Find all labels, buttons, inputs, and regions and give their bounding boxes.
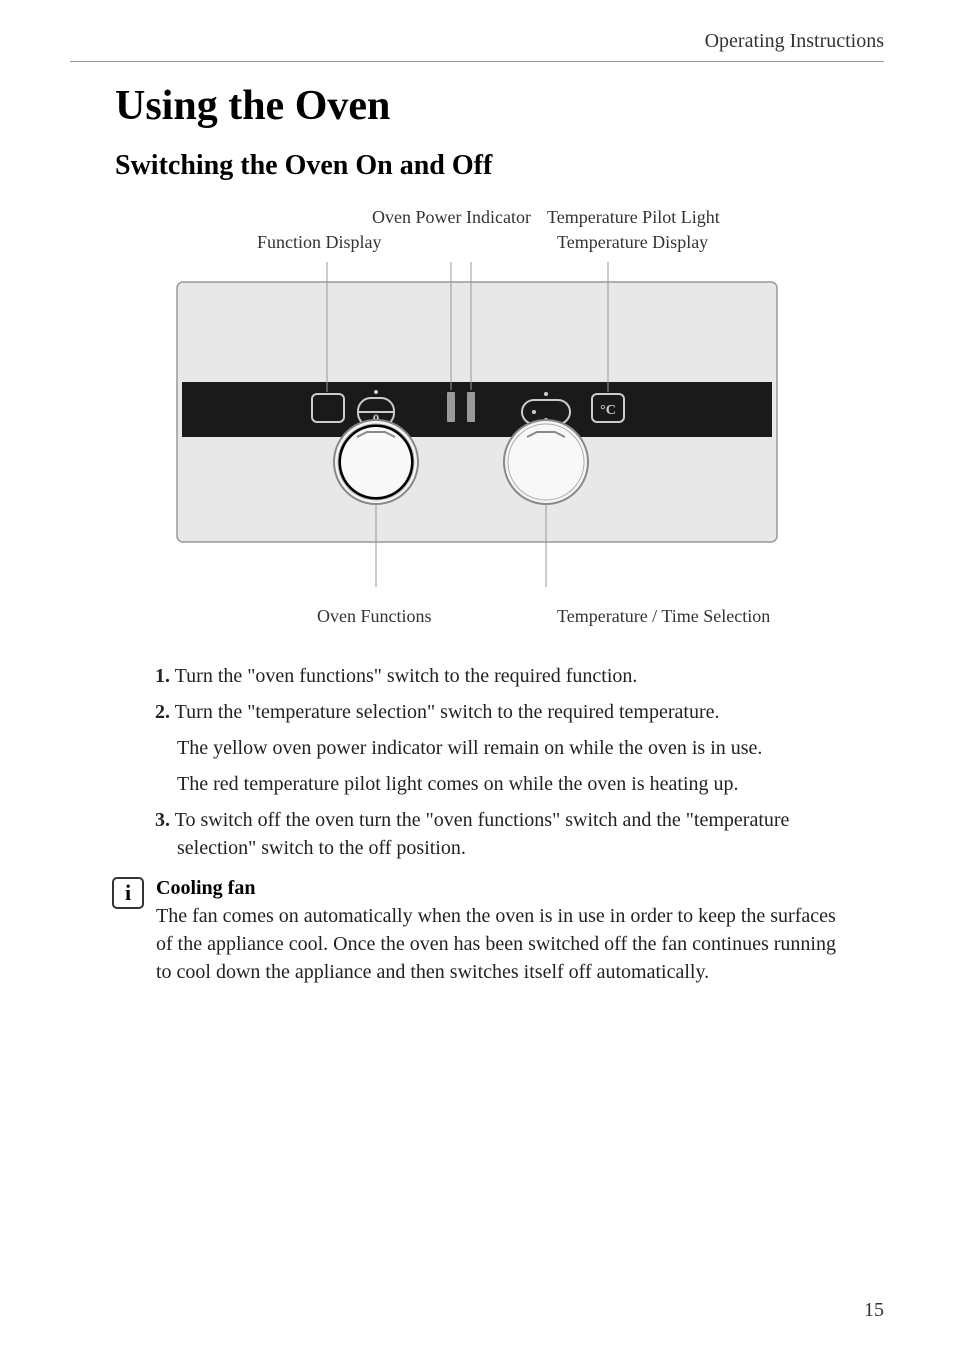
instruction-2: 2. Turn the "temperature selection" swit… bbox=[155, 698, 854, 726]
step-text: To switch off the oven turn the "oven fu… bbox=[175, 809, 790, 859]
main-title: Using the Oven bbox=[115, 82, 884, 130]
instruction-1: 1. Turn the "oven functions" switch to t… bbox=[155, 662, 854, 690]
oven-panel-diagram: Function Display Oven Power Indicator Te… bbox=[157, 212, 797, 632]
step-number: 1. bbox=[155, 665, 170, 687]
step-number: 3. bbox=[155, 809, 170, 831]
info-title: Cooling fan bbox=[156, 877, 854, 900]
label-oven-power-indicator: Oven Power Indicator bbox=[372, 207, 531, 228]
instruction-3: 3. To switch off the oven turn the "oven… bbox=[155, 806, 854, 862]
oven-panel-illustration: 0 °C bbox=[157, 262, 797, 592]
label-oven-functions: Oven Functions bbox=[317, 606, 432, 627]
page-number: 15 bbox=[864, 1299, 884, 1322]
instruction-2-sub-2: The red temperature pilot light comes on… bbox=[155, 770, 854, 798]
step-number: 2. bbox=[155, 701, 170, 723]
instruction-2-sub-1: The yellow oven power indicator will rem… bbox=[155, 734, 854, 762]
header: Operating Instructions bbox=[70, 30, 884, 62]
sub-title: Switching the Oven On and Off bbox=[115, 150, 884, 182]
label-temperature-pilot-light: Temperature Pilot Light bbox=[547, 207, 720, 228]
step-text: Turn the "temperature selection" switch … bbox=[175, 701, 720, 723]
label-temperature-display: Temperature Display bbox=[557, 232, 708, 253]
label-temperature-time-selection: Temperature / Time Selection bbox=[557, 606, 770, 627]
info-icon: i bbox=[112, 877, 144, 909]
info-content: Cooling fan The fan comes on automatical… bbox=[156, 877, 854, 986]
svg-text:°C: °C bbox=[600, 403, 616, 418]
info-text: The fan comes on automatically when the … bbox=[156, 902, 854, 986]
step-text: Turn the "oven functions" switch to the … bbox=[175, 665, 638, 687]
label-function-display: Function Display bbox=[257, 232, 382, 253]
instructions-list: 1. Turn the "oven functions" switch to t… bbox=[155, 662, 854, 862]
info-section: i Cooling fan The fan comes on automatic… bbox=[112, 877, 884, 986]
